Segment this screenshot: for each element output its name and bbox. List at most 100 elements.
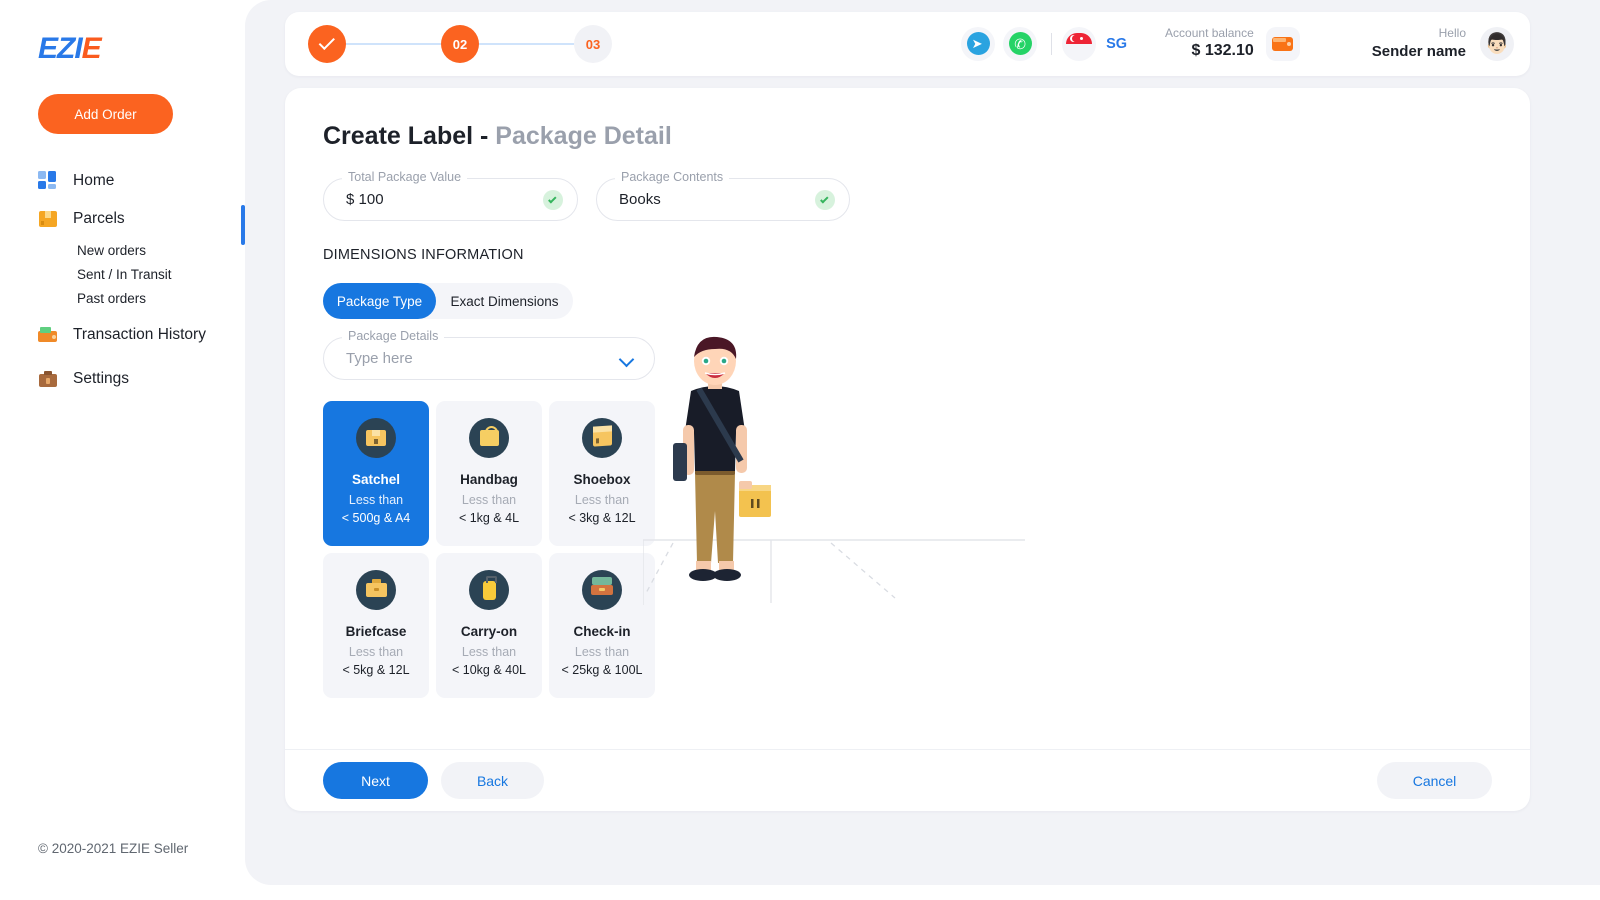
logo-text-primary: EZI	[38, 34, 82, 64]
package-limit: < 10kg & 40L	[442, 662, 536, 679]
package-sub: Less than	[329, 492, 423, 509]
total-package-value-field[interactable]: Total Package Value $ 100	[323, 178, 578, 221]
carryon-icon	[469, 570, 509, 610]
wallet-icon[interactable]	[1266, 27, 1300, 61]
greeting-label: Hello	[1372, 26, 1466, 42]
app-root: EZIE Add Order Home Parcels New orders S…	[0, 0, 1600, 900]
telegram-icon[interactable]: ➤	[961, 27, 995, 61]
copyright-text: © 2020-2021 EZIE Seller	[38, 841, 188, 856]
sidebar-item-home[interactable]: Home	[0, 162, 245, 200]
page-title-muted: Package Detail	[495, 122, 672, 150]
back-button[interactable]: Back	[441, 762, 544, 799]
package-name: Carry-on	[442, 624, 536, 639]
sidebar-item-label: Home	[73, 172, 114, 190]
sidebar-item-label: Parcels	[73, 210, 125, 228]
logo-text-accent: E	[82, 34, 101, 64]
wallet-icon	[38, 325, 58, 345]
satchel-icon	[356, 418, 396, 458]
package-sub: Less than	[555, 492, 649, 509]
page-title-bold: Create Label -	[323, 122, 495, 150]
sidebar-item-parcels[interactable]: Parcels	[0, 200, 245, 238]
sidebar-item-past-orders[interactable]: Past orders	[0, 286, 245, 310]
check-icon	[318, 34, 334, 50]
account-balance-value: $ 132.10	[1165, 41, 1254, 62]
parcel-icon	[38, 209, 58, 229]
sidebar-item-new-orders[interactable]: New orders	[0, 238, 245, 262]
brand-logo[interactable]: EZIE	[38, 34, 245, 64]
package-option-carry-on[interactable]: Carry-on Less than < 10kg & 40L	[436, 553, 542, 698]
field-value: Books	[619, 191, 661, 208]
package-limit: < 25kg & 100L	[555, 662, 649, 679]
package-details-select[interactable]: Package Details Type here	[323, 337, 655, 380]
vertical-divider	[1051, 33, 1052, 55]
package-sub: Less than	[329, 644, 423, 661]
package-limit: < 3kg & 12L	[555, 510, 649, 527]
briefcase-icon	[356, 570, 396, 610]
card-body: Create Label - Package Detail Total Pack…	[285, 88, 1530, 748]
card-footer-actions: Next Back Cancel	[285, 749, 1530, 811]
sidebar-nav: Home Parcels New orders Sent / In Transi…	[0, 162, 245, 398]
step-connector	[346, 43, 441, 45]
step-2-current[interactable]: 02	[441, 25, 479, 63]
valid-check-icon	[543, 190, 563, 210]
handbag-icon	[469, 418, 509, 458]
package-contents-field[interactable]: Package Contents Books	[596, 178, 850, 221]
topbar: 02 03 ➤ ✆ SG Account balance $ 132.1	[285, 12, 1530, 76]
dimension-mode-tabs: Package Type Exact Dimensions	[323, 283, 573, 319]
sidebar-item-settings[interactable]: Settings	[0, 360, 245, 398]
select-value: Type here	[346, 350, 413, 367]
step-1-complete[interactable]	[308, 25, 346, 63]
page-title: Create Label - Package Detail	[323, 122, 1492, 151]
valid-check-icon	[815, 190, 835, 210]
package-name: Handbag	[442, 472, 536, 487]
package-name: Check-in	[555, 624, 649, 639]
tab-exact-dimensions[interactable]: Exact Dimensions	[436, 283, 573, 319]
field-value: $ 100	[346, 191, 384, 208]
chevron-down-icon	[619, 352, 635, 368]
field-legend: Package Details	[342, 329, 444, 343]
field-legend: Total Package Value	[342, 170, 467, 184]
sidebar-item-label: Settings	[73, 370, 129, 388]
checkin-icon	[582, 570, 622, 610]
field-legend: Package Contents	[615, 170, 729, 184]
package-option-shoebox[interactable]: Shoebox Less than < 3kg & 12L	[549, 401, 655, 546]
topbar-right-group: ➤ ✆ SG Account balance $ 132.10 Hello S	[953, 26, 1530, 62]
progress-stepper: 02 03	[308, 25, 612, 63]
whatsapp-icon[interactable]: ✆	[1003, 27, 1037, 61]
package-option-handbag[interactable]: Handbag Less than < 1kg & 4L	[436, 401, 542, 546]
fields-row: Total Package Value $ 100 Package Conten…	[323, 178, 1492, 221]
sidebar-item-sent-in-transit[interactable]: Sent / In Transit	[0, 262, 245, 286]
user-name-label: Sender name	[1372, 42, 1466, 62]
package-sub: Less than	[442, 492, 536, 509]
briefcase-icon	[38, 369, 58, 389]
package-name: Shoebox	[555, 472, 649, 487]
create-label-card: Create Label - Package Detail Total Pack…	[285, 88, 1530, 811]
country-code-label[interactable]: SG	[1106, 36, 1127, 52]
package-sub: Less than	[555, 644, 649, 661]
add-order-button[interactable]: Add Order	[38, 94, 173, 134]
cancel-button[interactable]: Cancel	[1377, 762, 1492, 799]
package-option-briefcase[interactable]: Briefcase Less than < 5kg & 12L	[323, 553, 429, 698]
tab-package-type[interactable]: Package Type	[323, 283, 436, 319]
singapore-flag-icon[interactable]	[1062, 27, 1096, 61]
next-button[interactable]: Next	[323, 762, 428, 799]
package-option-check-in[interactable]: Check-in Less than < 25kg & 100L	[549, 553, 655, 698]
avatar[interactable]: 👨🏻	[1480, 27, 1514, 61]
account-balance: Account balance $ 132.10	[1165, 26, 1254, 62]
home-icon	[38, 171, 58, 191]
package-name: Briefcase	[329, 624, 423, 639]
step-3-upcoming[interactable]: 03	[574, 25, 612, 63]
package-name: Satchel	[329, 472, 423, 487]
package-option-satchel[interactable]: Satchel Less than < 500g & A4	[323, 401, 429, 546]
package-limit: < 500g & A4	[329, 510, 423, 527]
package-limit: < 1kg & 4L	[442, 510, 536, 527]
step-connector	[479, 43, 574, 45]
user-greeting: Hello Sender name	[1372, 26, 1466, 62]
package-limit: < 5kg & 12L	[329, 662, 423, 679]
package-sub: Less than	[442, 644, 536, 661]
sidebar-item-label: Transaction History	[73, 326, 206, 344]
delivery-person-illustration	[643, 333, 1043, 623]
shoebox-icon	[582, 418, 622, 458]
main-area: 02 03 ➤ ✆ SG Account balance $ 132.1	[245, 0, 1600, 900]
sidebar-item-transaction-history[interactable]: Transaction History	[0, 316, 245, 354]
